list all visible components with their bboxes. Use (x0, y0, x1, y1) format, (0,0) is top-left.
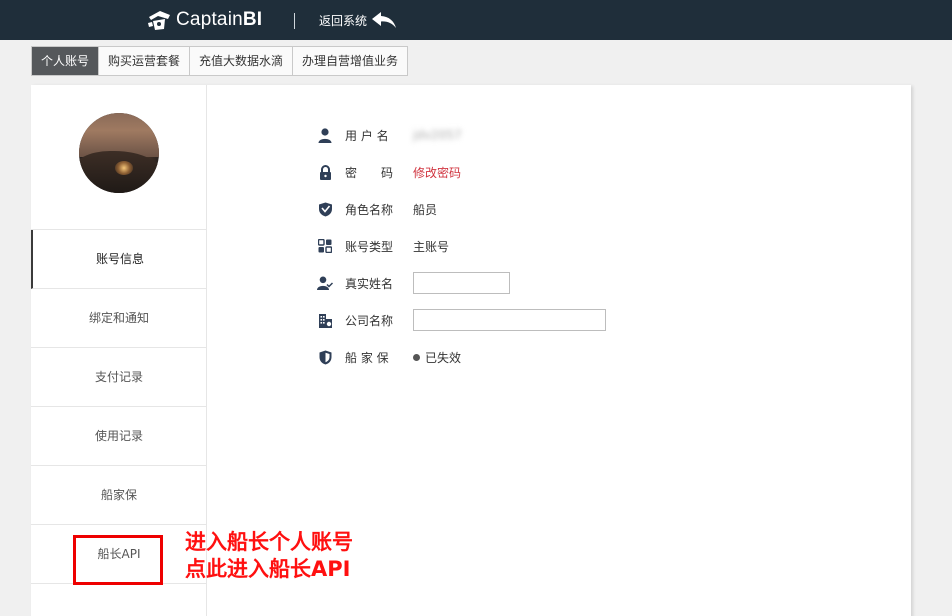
back-to-system-link[interactable]: 返回系统 (319, 11, 397, 29)
insurance-row: 船 家 保 已失效 (317, 346, 461, 368)
account-card: 账号信息 绑定和通知 支付记录 使用记录 船家保 船长API 进入船长个人账号 … (31, 85, 911, 616)
insurance-status-text: 已失效 (425, 350, 462, 365)
header-divider (294, 13, 295, 29)
brand-name: CaptainBI (176, 9, 263, 30)
tab-value-added[interactable]: 办理自营增值业务 (293, 47, 407, 75)
realname-row: 真实姓名 (317, 272, 510, 294)
lock-icon (317, 164, 333, 180)
role-value: 船员 (413, 202, 438, 217)
company-input[interactable] (413, 309, 606, 331)
annotation-text: 进入船长个人账号 点此进入船长API (185, 529, 353, 583)
shield-role-icon (317, 201, 333, 217)
account-type-label: 账号类型 (345, 239, 394, 254)
sidebar-item-account-info[interactable]: 账号信息 (31, 230, 207, 289)
annotation-line-1: 进入船长个人账号 (185, 530, 353, 554)
insurance-label: 船 家 保 (345, 350, 389, 365)
realname-label: 真实姓名 (345, 276, 394, 291)
company-row: 公司名称 (317, 309, 606, 331)
brand-logo[interactable]: CaptainBI (146, 7, 262, 33)
shield-icon (317, 349, 333, 365)
insurance-status: 已失效 (413, 349, 461, 366)
role-label: 角色名称 (345, 202, 394, 217)
username-row: 用 户 名 jdv2057 (317, 124, 462, 146)
user-icon (317, 127, 333, 143)
realname-input[interactable] (413, 272, 510, 294)
sidebar-item-payments[interactable]: 支付记录 (31, 348, 207, 407)
username-value: jdv2057 (413, 128, 462, 142)
sidebar-item-insurance[interactable]: 船家保 (31, 466, 207, 525)
top-bar: CaptainBI 返回系统 (0, 0, 952, 40)
password-row: 密 码 修改密码 (317, 161, 461, 183)
annotation-line-2: 点此进入船长API (185, 557, 351, 581)
sidebar-item-binding[interactable]: 绑定和通知 (31, 289, 207, 348)
grid-icon (317, 238, 333, 254)
highlight-box (73, 535, 163, 585)
building-icon (317, 312, 333, 328)
tab-buy-package[interactable]: 购买运营套餐 (99, 47, 191, 75)
user-check-icon (317, 275, 333, 291)
role-row: 角色名称 船员 (317, 198, 437, 220)
reply-arrow-icon (372, 12, 397, 28)
account-tabs: 个人账号 购买运营套餐 充值大数据水滴 办理自营增值业务 (31, 46, 409, 76)
account-type-value: 主账号 (413, 239, 450, 254)
tab-recharge-drops[interactable]: 充值大数据水滴 (190, 47, 294, 75)
back-label: 返回系统 (319, 13, 368, 28)
change-password-link[interactable]: 修改密码 (413, 164, 461, 181)
avatar[interactable] (79, 113, 159, 193)
avatar-section (31, 85, 207, 230)
avatar-glow (115, 161, 133, 175)
password-label: 密 码 (345, 165, 394, 180)
tab-personal-account[interactable]: 个人账号 (32, 47, 100, 75)
account-type-row: 账号类型 主账号 (317, 235, 449, 257)
captain-hat-icon (148, 11, 170, 30)
status-dot (413, 353, 420, 361)
company-label: 公司名称 (345, 313, 394, 328)
username-label: 用 户 名 (345, 128, 389, 143)
sidebar-item-usage[interactable]: 使用记录 (31, 407, 207, 466)
